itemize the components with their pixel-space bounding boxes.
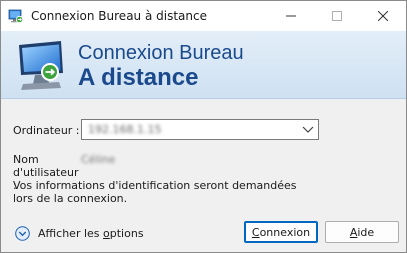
close-icon <box>378 11 388 21</box>
show-options-text-post: ptions <box>109 227 144 240</box>
remote-desktop-monitor-icon <box>19 41 63 90</box>
connect-button[interactable]: Connexion <box>244 221 318 243</box>
dialog-body: Ordinateur : 192.168.1.15 Nom d'utilisat… <box>1 100 406 252</box>
user-value: Céline <box>81 153 116 166</box>
help-label: ide <box>357 225 375 239</box>
show-options-label: Afficher les options <box>38 227 144 240</box>
computer-value[interactable]: 192.168.1.15 <box>88 123 161 136</box>
show-options-text-pre: Afficher les <box>38 227 104 240</box>
credentials-info-text: Vos informations d'identification seront… <box>13 179 297 205</box>
show-options-toggle[interactable]: Afficher les options <box>15 226 144 241</box>
expand-circle-icon[interactable] <box>15 226 30 241</box>
title-bar[interactable]: Connexion Bureau à distance <box>1 1 406 31</box>
maximize-icon <box>332 11 342 21</box>
banner-title-line2: A distance <box>78 64 199 91</box>
close-button[interactable] <box>360 1 406 31</box>
computer-label: Ordinateur : <box>13 124 80 137</box>
remote-desktop-icon <box>8 9 24 24</box>
chevron-down-icon[interactable] <box>302 125 314 134</box>
connect-label: onnexion <box>259 225 311 239</box>
minimize-icon <box>286 15 296 17</box>
computer-combobox[interactable]: 192.168.1.15 <box>81 119 319 140</box>
connect-hotkey: C <box>251 225 260 239</box>
minimize-button[interactable] <box>268 1 314 31</box>
show-options-hotkey: o <box>103 227 110 240</box>
header-banner: Connexion Bureau A distance <box>1 31 406 99</box>
help-button[interactable]: Aide <box>325 221 399 243</box>
maximize-button[interactable] <box>314 1 360 31</box>
banner-title-line1: Connexion Bureau <box>78 42 244 64</box>
help-hotkey: A <box>349 225 358 239</box>
window-title: Connexion Bureau à distance <box>31 9 207 23</box>
remote-desktop-window: Connexion Bureau à distance Connexion Bu… <box>0 0 407 253</box>
